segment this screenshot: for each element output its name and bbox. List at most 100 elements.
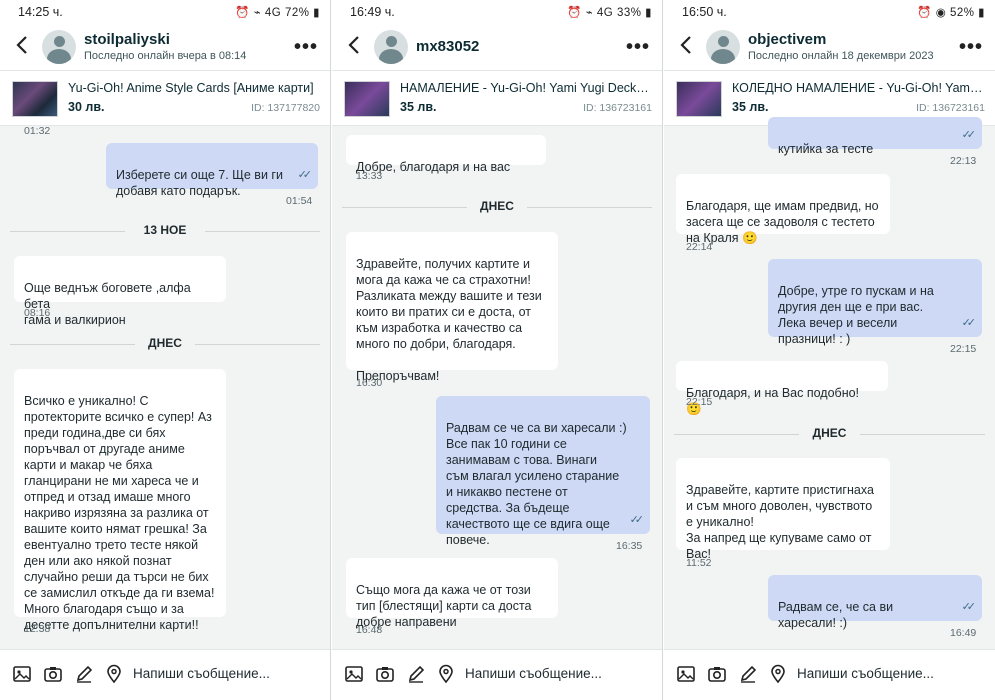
pencil-icon[interactable] <box>738 664 758 684</box>
date-separator: ДНЕС <box>342 199 652 215</box>
message-text: Радвам се, че са ви харесали! :) <box>778 600 894 630</box>
status-indicators: ⏰ ◉ 52% ▮ <box>917 7 985 19</box>
message-time: 01:32 <box>24 125 51 137</box>
more-options-icon[interactable]: ••• <box>294 36 318 59</box>
message-incoming: Всичко е уникално! С протекторите всичко… <box>14 369 226 632</box>
status-indicators: ⏰ ⌁ 4G 72% ▮ <box>235 7 320 19</box>
avatar[interactable] <box>374 30 408 64</box>
message-time: 16:48 <box>356 624 383 636</box>
more-options-icon[interactable]: ••• <box>959 36 983 59</box>
camera-icon[interactable] <box>43 664 63 684</box>
pencil-icon[interactable] <box>406 664 426 684</box>
back-arrow-icon[interactable] <box>12 34 34 56</box>
status-time: 16:49 ч. <box>350 5 395 19</box>
product-title: Yu-Gi-Oh! Anime Style Cards [Аниме карти… <box>68 81 314 95</box>
message-text: Здравейте, картите пристигнаха и съм мно… <box>686 483 874 561</box>
message-time: 01:54 <box>286 195 313 207</box>
date-separator: ДНЕС <box>674 426 985 442</box>
more-options-icon[interactable]: ••• <box>626 36 650 59</box>
product-thumbnail <box>676 81 722 117</box>
message-time: 22:15 <box>686 396 713 408</box>
message-time: 13:33 <box>356 170 383 182</box>
product-title: НАМАЛЕНИЕ - Yu-Gi-Oh! Yami Yugi Deck - A… <box>400 81 652 95</box>
message-input[interactable]: Напиши съобщение... <box>797 666 934 681</box>
read-receipt-icon: ✓✓ <box>297 169 313 181</box>
date-separator: 13 НОЕ <box>10 223 320 239</box>
chat-screen-2: 16:49 ч. ⏰ ⌁ 4G 33% ▮ mx83052 ••• НАМАЛЕ… <box>332 0 663 700</box>
message-incoming: Благодаря, и на Вас подобно! 🙂 <box>676 361 888 416</box>
chat-header: objectivem Последно онлайн 18 декември 2… <box>664 26 995 70</box>
message-text: Добре, утре го пускам и на другия ден ще… <box>778 284 934 346</box>
message-text: Благодаря, ще имам предвид, но засега ще… <box>686 199 879 245</box>
status-bar: 14:25 ч. ⏰ ⌁ 4G 72% ▮ <box>0 0 330 26</box>
location-pin-icon[interactable] <box>768 664 788 684</box>
pencil-icon[interactable] <box>74 664 94 684</box>
avatar[interactable] <box>42 30 76 64</box>
message-text: Радвам се че са ви харесали :) Все пак 1… <box>446 421 627 547</box>
message-outgoing: Изберете си още 7. Ще ви ги добавя като … <box>106 143 318 198</box>
back-arrow-icon[interactable] <box>676 34 698 56</box>
message-input-bar: Напиши съобщение... <box>332 649 662 700</box>
date-label: ДНЕС <box>148 336 182 350</box>
message-input[interactable]: Напиши съобщение... <box>133 666 270 681</box>
username[interactable]: stoilpaliyski <box>84 31 170 48</box>
chat-header: stoilpaliyski Последно онлайн вчера в 08… <box>0 26 330 70</box>
message-incoming: Още веднъж боговете ,алфа бета гама и ва… <box>14 256 226 327</box>
message-input-bar: Напиши съобщение... <box>664 649 995 700</box>
read-receipt-icon: ✓✓ <box>961 317 977 329</box>
message-time: 22:14 <box>686 241 713 253</box>
username[interactable]: mx83052 <box>416 38 479 55</box>
gallery-icon[interactable] <box>12 664 32 684</box>
message-time: 16:49 <box>950 627 977 639</box>
product-id: ID: 137177820 <box>251 102 320 114</box>
product-title: КОЛЕДНО НАМАЛЕНИЕ - Yu-Gi-Oh! Yami Yug..… <box>732 81 985 95</box>
product-card[interactable]: Yu-Gi-Oh! Anime Style Cards [Аниме карти… <box>0 70 330 126</box>
product-id: ID: 136723161 <box>916 102 985 114</box>
message-incoming: Добре, благодаря и на вас <box>346 135 546 174</box>
chat-screen-1: 14:25 ч. ⏰ ⌁ 4G 72% ▮ stoilpaliyski Посл… <box>0 0 331 700</box>
message-time: 22:15 <box>950 343 977 355</box>
message-time: 08:16 <box>24 307 51 319</box>
message-time: 16:30 <box>356 377 383 389</box>
product-price: 35 лв. <box>400 100 437 114</box>
message-list[interactable]: кутийка за тесте ✓✓ 22:13 Благодаря, ще … <box>664 117 995 650</box>
message-text: Изберете си още 7. Ще ви ги добавя като … <box>116 168 283 198</box>
product-thumbnail <box>344 81 390 117</box>
chat-header: mx83052 ••• <box>332 26 662 70</box>
message-input[interactable]: Напиши съобщение... <box>465 666 602 681</box>
location-pin-icon[interactable] <box>104 664 124 684</box>
message-outgoing: Добре, утре го пускам и на другия ден ще… <box>768 259 982 346</box>
product-price: 35 лв. <box>732 100 769 114</box>
read-receipt-icon: ✓✓ <box>961 601 977 613</box>
gallery-icon[interactable] <box>344 664 364 684</box>
date-label: ДНЕС <box>812 426 847 440</box>
back-arrow-icon[interactable] <box>344 34 366 56</box>
message-incoming: Здравейте, получих картите и мога да каж… <box>346 232 558 383</box>
message-outgoing: Радвам се че са ви харесали :) Все пак 1… <box>436 396 650 547</box>
last-seen-status: Последно онлайн 18 декември 2023 <box>748 50 934 62</box>
message-time: 16:35 <box>616 540 643 552</box>
message-time: 22:13 <box>950 155 977 167</box>
message-text: кутийка за тесте <box>778 142 874 156</box>
message-incoming: Благодаря, ще имам предвид, но засега ще… <box>676 174 890 245</box>
date-label: 13 НОЕ <box>143 223 187 237</box>
avatar[interactable] <box>706 30 740 64</box>
message-time: 11:52 <box>686 557 712 569</box>
read-receipt-icon: ✓✓ <box>629 514 645 526</box>
gallery-icon[interactable] <box>676 664 696 684</box>
camera-icon[interactable] <box>707 664 727 684</box>
message-list[interactable]: Добре, благодаря и на вас 13:33 ДНЕС Здр… <box>332 125 662 650</box>
message-incoming: Здравейте, картите пристигнаха и съм мно… <box>676 458 890 561</box>
last-seen-status: Последно онлайн вчера в 08:14 <box>84 50 247 62</box>
chat-screen-3: 16:50 ч. ⏰ ◉ 52% ▮ objectivem Последно о… <box>664 0 995 700</box>
date-label: ДНЕС <box>480 199 514 213</box>
message-text: Още веднъж боговете ,алфа бета гама и ва… <box>24 281 191 327</box>
camera-icon[interactable] <box>375 664 395 684</box>
product-id: ID: 136723161 <box>583 102 652 114</box>
location-pin-icon[interactable] <box>436 664 456 684</box>
message-incoming: Също мога да кажа че от този тип [блестя… <box>346 558 558 629</box>
date-separator: ДНЕС <box>10 336 320 352</box>
product-card[interactable]: НАМАЛЕНИЕ - Yu-Gi-Oh! Yami Yugi Deck - A… <box>332 70 662 126</box>
username[interactable]: objectivem <box>748 31 826 48</box>
message-list[interactable]: 01:32 Изберете си още 7. Ще ви ги добавя… <box>0 125 330 650</box>
